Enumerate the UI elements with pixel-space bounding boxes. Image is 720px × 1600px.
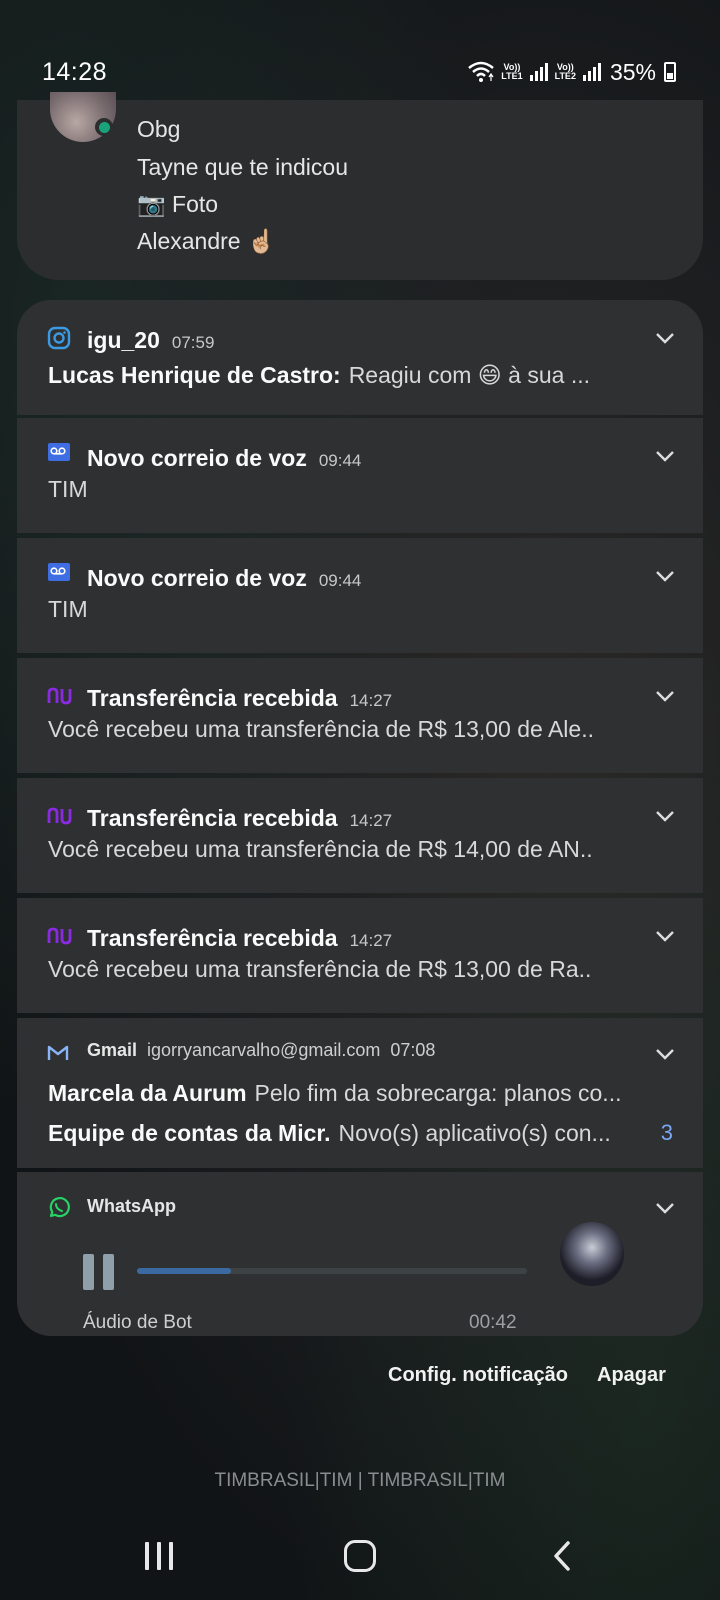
conversation-notification[interactable]: Obg Tayne que te indicou 📷 Foto Alexandr…	[17, 92, 703, 280]
email-row: Equipe de contas da Micr. Novo(s) aplicat…	[48, 1120, 611, 1147]
notification-time: 14:27	[349, 931, 393, 950]
account-email: igorryancarvalho@gmail.com	[147, 1040, 381, 1060]
sender-name: Lucas Henrique de Castro:	[48, 362, 341, 388]
signal-bars-icon	[529, 63, 548, 81]
nubank-icon	[47, 927, 72, 945]
whatsapp-content: WhatsApp Áudio de Bot 00:42	[17, 1172, 703, 1336]
instagram-notification[interactable]: igu_20 07:59 Lucas Henrique de Castro: Re…	[17, 300, 703, 415]
home-button[interactable]	[344, 1540, 376, 1572]
unread-count-badge: 3	[660, 1120, 673, 1145]
sender-name: Marcela da Aurum	[48, 1080, 247, 1106]
notification-header: Transferência recebida 14:27	[87, 685, 392, 715]
clear-all-button[interactable]: Apagar	[597, 1364, 666, 1387]
chevron-down-icon[interactable]	[655, 1048, 675, 1060]
chevron-down-icon[interactable]	[655, 810, 675, 822]
status-icons: Vo)) LTE1 Vo)) LTE2 35%	[467, 58, 676, 86]
nubank-notification[interactable]: Transferência recebida 14:27 Você recebe…	[17, 778, 703, 893]
instagram-icon	[47, 326, 71, 350]
chevron-down-icon[interactable]	[655, 930, 675, 942]
chevron-down-icon[interactable]	[655, 450, 675, 462]
notification-body: TIM	[48, 476, 88, 502]
notification-header: Transferência recebida 14:27	[87, 805, 392, 835]
notification-header: Novo correio de voz 09:44	[87, 445, 361, 475]
app-badge-icon	[95, 118, 113, 136]
email-row: Marcela da Aurum Pelo fim da sobrecarga: …	[48, 1080, 621, 1107]
audio-progress-bar[interactable]	[137, 1268, 527, 1274]
notification-title: Transferência recebida	[87, 805, 338, 831]
whatsapp-icon	[49, 1197, 70, 1218]
gmail-notification[interactable]: Gmail igorryancarvalho@gmail.com 07:08 M…	[17, 1018, 703, 1168]
chevron-down-icon[interactable]	[655, 570, 675, 582]
voicemail-icon	[48, 443, 70, 461]
app-name: Gmail	[87, 1040, 138, 1060]
nubank-notification[interactable]: Transferência recebida 14:27 Você recebe…	[17, 898, 703, 1013]
notification-settings-button[interactable]: Config. notificação	[388, 1364, 568, 1387]
avatar	[560, 1222, 624, 1286]
message-line: Obg	[137, 116, 181, 142]
audio-duration: 00:42	[469, 1312, 517, 1333]
clock: 14:28	[42, 58, 108, 86]
audio-title: Áudio de Bot	[83, 1312, 192, 1333]
notification-header: Gmail igorryancarvalho@gmail.com 07:08	[87, 1040, 435, 1070]
whatsapp-notification[interactable]: WhatsApp Áudio de Bot 00:42	[17, 1172, 703, 1336]
signal-bars-icon	[582, 63, 601, 81]
email-subject: Novo(s) aplicativo(s) con...	[338, 1120, 611, 1146]
notification-body: Você recebeu uma transferência de R$ 14,…	[48, 836, 593, 862]
notification-time: 07:59	[171, 333, 215, 352]
notification-header: WhatsApp	[87, 1196, 176, 1226]
carrier-label: TIMBRASIL|TIM | TIMBRASIL|TIM	[214, 1470, 506, 1491]
email-subject: Pelo fim da sobrecarga: planos co...	[254, 1080, 622, 1106]
message-line: Tayne que te indicou	[137, 154, 348, 180]
notification-title: Transferência recebida	[87, 685, 338, 711]
chevron-down-icon[interactable]	[655, 1202, 675, 1214]
pause-icon[interactable]	[83, 1254, 115, 1290]
notification-title: igu_20	[87, 327, 160, 353]
nubank-notification[interactable]: Transferência recebida 14:27 Você recebe…	[17, 658, 703, 773]
battery-percent: 35%	[609, 58, 656, 85]
voicemail-icon	[48, 563, 70, 581]
notification-time: 07:08	[390, 1040, 436, 1060]
chevron-down-icon[interactable]	[655, 690, 675, 702]
chevron-down-icon[interactable]	[655, 332, 675, 344]
battery-icon	[664, 62, 676, 82]
notification-time: 09:44	[318, 571, 362, 590]
voicemail-notification[interactable]: Novo correio de voz 09:44 TIM	[17, 418, 703, 533]
notification-title: Novo correio de voz	[87, 565, 307, 591]
notification-time: 14:27	[349, 811, 393, 830]
notification-body: Você recebeu uma transferência de R$ 13,…	[48, 956, 592, 982]
notification-header: Transferência recebida 14:27	[87, 925, 392, 955]
recents-button[interactable]	[145, 1542, 175, 1570]
notification-body: Você recebeu uma transferência de R$ 13,…	[48, 716, 594, 742]
back-button[interactable]	[552, 1540, 572, 1572]
lte1-indicator: Vo)) LTE1	[501, 62, 523, 81]
notification-title: Transferência recebida	[87, 925, 338, 951]
message-line: 📷 Foto	[137, 191, 219, 217]
voicemail-notification[interactable]: Novo correio de voz 09:44 TIM	[17, 538, 703, 653]
message-line: Alexandre ☝🏼	[137, 228, 276, 254]
wifi-icon	[468, 61, 495, 82]
notification-header: Novo correio de voz 09:44	[87, 565, 361, 595]
sender-name: Equipe de contas da Micr.	[48, 1120, 331, 1146]
lte2-indicator: Vo)) LTE2	[554, 62, 576, 81]
audio-progress-fill	[137, 1268, 231, 1274]
status-bar: 14:28 Vo)) LTE1 Vo)) LTE2 35%	[0, 52, 720, 92]
notification-title: Novo correio de voz	[87, 445, 307, 471]
notification-time: 14:27	[349, 691, 393, 710]
message-text: Reagiu com 😄 à sua ...	[348, 362, 590, 388]
notification-body: Lucas Henrique de Castro: Reagiu com 😄 à …	[48, 362, 590, 389]
navigation-bar	[0, 1530, 720, 1600]
gmail-icon	[47, 1045, 69, 1060]
notification-header: igu_20 07:59	[87, 327, 214, 357]
app-name: WhatsApp	[87, 1196, 176, 1216]
notification-body: TIM	[48, 596, 88, 622]
notification-time: 09:44	[318, 451, 362, 470]
nubank-icon	[47, 807, 72, 825]
nubank-icon	[47, 687, 72, 705]
